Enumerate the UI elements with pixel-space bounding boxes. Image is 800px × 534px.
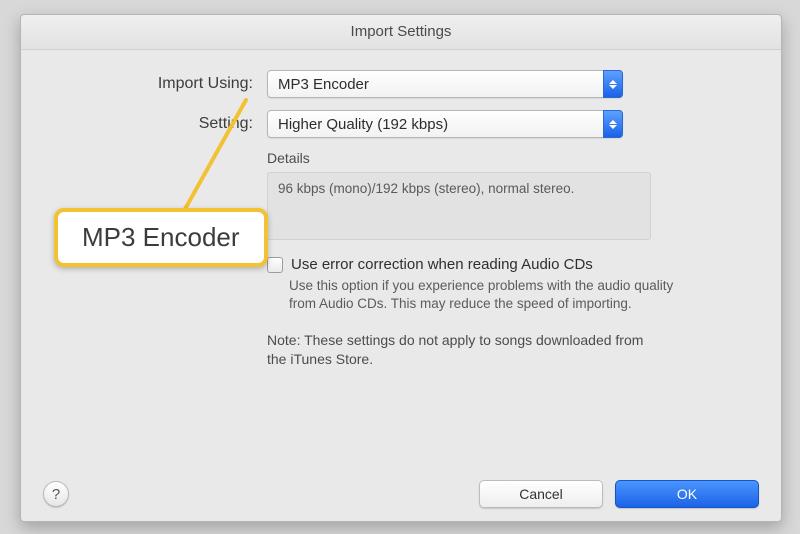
details-text: 96 kbps (mono)/192 kbps (stereo), normal… <box>278 181 574 196</box>
updown-arrows-icon <box>603 70 623 98</box>
updown-arrows-icon <box>603 110 623 138</box>
error-correction-row: Use error correction when reading Audio … <box>267 256 687 273</box>
window-title: Import Settings <box>21 15 781 50</box>
ok-button[interactable]: OK <box>615 480 759 508</box>
annotation-callout: MP3 Encoder <box>54 208 268 267</box>
setting-dropdown[interactable]: Higher Quality (192 kbps) <box>267 110 623 138</box>
dialog-footer: ? Cancel OK <box>21 480 781 508</box>
details-area: Details 96 kbps (mono)/192 kbps (stereo)… <box>267 150 651 240</box>
annotation-callout-text: MP3 Encoder <box>82 222 240 252</box>
ok-label: OK <box>677 486 697 502</box>
setting-row: Setting: Higher Quality (192 kbps) <box>65 110 737 138</box>
setting-label: Setting: <box>65 115 267 133</box>
help-button[interactable]: ? <box>43 481 69 507</box>
import-using-dropdown[interactable]: MP3 Encoder <box>267 70 623 98</box>
itunes-store-note: Note: These settings do not apply to son… <box>267 331 647 369</box>
details-box: 96 kbps (mono)/192 kbps (stereo), normal… <box>267 172 651 240</box>
error-correction-label: Use error correction when reading Audio … <box>291 256 593 273</box>
error-correction-area: Use error correction when reading Audio … <box>267 256 687 313</box>
setting-value: Higher Quality (192 kbps) <box>278 116 448 133</box>
help-icon: ? <box>52 486 60 503</box>
import-using-label: Import Using: <box>65 75 267 93</box>
cancel-button[interactable]: Cancel <box>479 480 603 508</box>
error-correction-description: Use this option if you experience proble… <box>289 277 687 313</box>
window-body: Import Using: MP3 Encoder Setting: Highe… <box>21 50 781 522</box>
error-correction-checkbox[interactable] <box>267 257 283 273</box>
details-title: Details <box>267 150 651 166</box>
import-using-row: Import Using: MP3 Encoder <box>65 70 737 98</box>
import-settings-window: Import Settings Import Using: MP3 Encode… <box>20 14 782 522</box>
import-using-value: MP3 Encoder <box>278 76 369 93</box>
cancel-label: Cancel <box>519 486 563 502</box>
